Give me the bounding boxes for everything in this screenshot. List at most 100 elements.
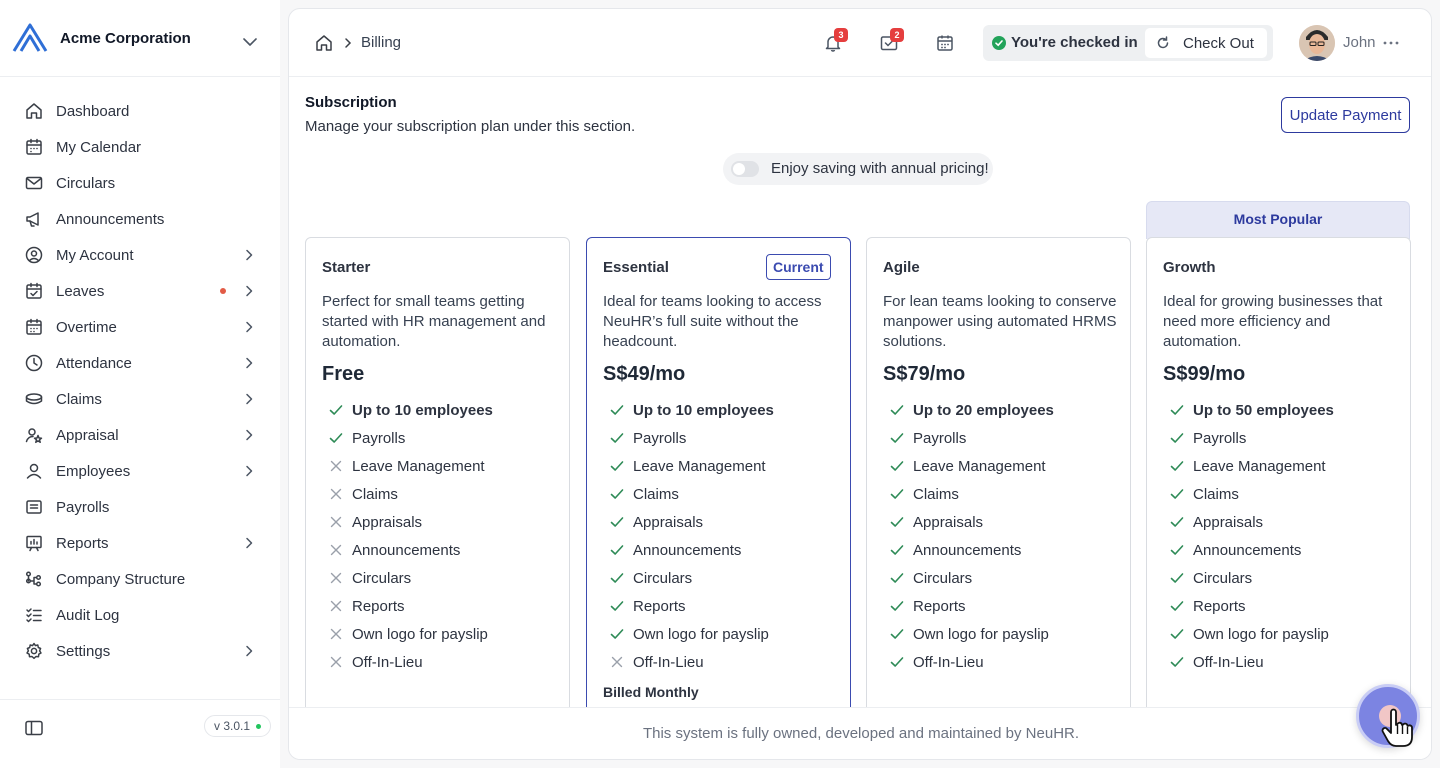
plan-name: Starter bbox=[322, 259, 371, 276]
chevron-right-icon[interactable] bbox=[242, 428, 256, 442]
update-payment-button[interactable]: Update Payment bbox=[1281, 97, 1410, 133]
feature-item: Leave Management bbox=[1167, 452, 1334, 480]
sidebar-collapse-icon[interactable] bbox=[24, 718, 44, 738]
sidebar-item-label: Dashboard bbox=[56, 102, 130, 120]
version-text: v 3.0.1 bbox=[214, 719, 251, 733]
chevron-right-icon[interactable] bbox=[242, 248, 256, 262]
plan-price: S$79/mo bbox=[883, 363, 966, 385]
sidebar-item-label: Announcements bbox=[56, 210, 165, 228]
sidebar-item-dashboard[interactable]: Dashboard bbox=[12, 93, 270, 129]
sidebar-item-my-account[interactable]: My Account bbox=[12, 237, 270, 273]
check-icon bbox=[890, 461, 904, 471]
sidebar-item-circulars[interactable]: Circulars bbox=[12, 165, 270, 201]
chevron-right-icon[interactable] bbox=[242, 284, 256, 298]
feature-item: Off-In-Lieu bbox=[326, 648, 493, 676]
report-icon bbox=[26, 535, 42, 552]
chevron-right-icon[interactable] bbox=[242, 392, 256, 406]
feature-item: Reports bbox=[326, 592, 493, 620]
feature-item: Announcements bbox=[887, 536, 1054, 564]
feature-label: Reports bbox=[913, 597, 966, 615]
clock-icon bbox=[25, 354, 43, 372]
feature-item: Payrolls bbox=[607, 424, 774, 452]
sidebar-item-overtime[interactable]: Overtime bbox=[12, 309, 270, 345]
feature-item: Reports bbox=[1167, 592, 1334, 620]
cross-icon bbox=[330, 600, 342, 612]
annual-pricing-label: Enjoy saving with annual pricing! bbox=[771, 160, 989, 177]
feature-label: Off-In-Lieu bbox=[633, 653, 704, 671]
feature-item: Appraisals bbox=[1167, 508, 1334, 536]
sidebar-item-label: Settings bbox=[56, 642, 111, 660]
chevron-right-icon[interactable] bbox=[242, 464, 256, 478]
avatar[interactable] bbox=[1299, 25, 1335, 61]
plan-card-starter[interactable]: Starter Perfect for small teams getting s… bbox=[305, 237, 570, 707]
calendar-check-icon bbox=[26, 282, 42, 299]
sidebar-item-leaves[interactable]: Leaves bbox=[12, 273, 270, 309]
topbar: Billing 3 2 You're checked in Check Out … bbox=[289, 9, 1431, 77]
calendar-clock-icon bbox=[26, 318, 42, 335]
sidebar-item-employees[interactable]: Employees bbox=[12, 453, 270, 489]
feature-item: Leave Management bbox=[887, 452, 1054, 480]
check-icon bbox=[610, 461, 624, 471]
user-name[interactable]: John bbox=[1343, 34, 1376, 51]
inbox-button[interactable]: 2 bbox=[879, 28, 904, 53]
avatar-image bbox=[1299, 25, 1335, 61]
sidebar-item-reports[interactable]: Reports bbox=[12, 525, 270, 561]
subscription-section: Subscription Manage your subscription pl… bbox=[289, 77, 1431, 707]
chevron-right-icon[interactable] bbox=[242, 644, 256, 658]
check-icon bbox=[890, 433, 904, 443]
cross-icon bbox=[330, 460, 342, 472]
annual-pricing-toggle[interactable] bbox=[731, 161, 759, 177]
chevron-right-icon[interactable] bbox=[242, 320, 256, 334]
sidebar-item-attendance[interactable]: Attendance bbox=[12, 345, 270, 381]
coins-icon bbox=[25, 393, 43, 405]
feature-item: Up to 20 employees bbox=[887, 396, 1054, 424]
check-icon bbox=[610, 489, 624, 499]
feature-item: Claims bbox=[326, 480, 493, 508]
sidebar-item-announcements[interactable]: Announcements bbox=[12, 201, 270, 237]
check-icon bbox=[610, 629, 624, 639]
check-icon bbox=[890, 545, 904, 555]
org-switcher[interactable]: Acme Corporation bbox=[0, 0, 280, 77]
footer: This system is fully owned, developed an… bbox=[289, 707, 1431, 759]
feature-item: Circulars bbox=[1167, 564, 1334, 592]
sidebar-item-company-structure[interactable]: Company Structure bbox=[12, 561, 270, 597]
plan-card-essential[interactable]: Essential Current Ideal for teams looking … bbox=[586, 237, 851, 707]
cross-icon bbox=[330, 656, 342, 668]
feature-item: Claims bbox=[607, 480, 774, 508]
chevron-right-icon[interactable] bbox=[242, 536, 256, 550]
feature-label: Own logo for payslip bbox=[352, 625, 488, 643]
feature-label: Claims bbox=[352, 485, 398, 503]
plan-card-agile[interactable]: Agile For lean teams looking to conserve … bbox=[866, 237, 1131, 707]
home-icon bbox=[26, 103, 42, 119]
sidebar-item-appraisal[interactable]: Appraisal bbox=[12, 417, 270, 453]
feature-label: Leave Management bbox=[352, 457, 485, 475]
calendar-button[interactable] bbox=[935, 33, 955, 53]
feature-label: Reports bbox=[352, 597, 405, 615]
feature-label: Off-In-Lieu bbox=[1193, 653, 1264, 671]
check-icon bbox=[329, 433, 343, 443]
toggle-knob bbox=[733, 163, 745, 175]
chevron-right-icon[interactable] bbox=[242, 356, 256, 370]
feature-item: Circulars bbox=[607, 564, 774, 592]
more-options-icon[interactable] bbox=[1383, 41, 1399, 45]
plan-card-growth[interactable]: Growth Ideal for growing businesses that … bbox=[1146, 237, 1411, 707]
sidebar-item-claims[interactable]: Claims bbox=[12, 381, 270, 417]
sidebar-item-payrolls[interactable]: Payrolls bbox=[12, 489, 270, 525]
notifications-button[interactable]: 3 bbox=[823, 28, 848, 53]
plan-price: S$49/mo bbox=[603, 363, 686, 385]
feature-item: Reports bbox=[607, 592, 774, 620]
sidebar-item-audit-log[interactable]: Audit Log bbox=[12, 597, 270, 633]
cross-icon bbox=[330, 544, 342, 556]
check-out-button[interactable]: Check Out bbox=[1145, 28, 1267, 58]
feature-item: Announcements bbox=[326, 536, 493, 564]
chevron-down-icon[interactable] bbox=[240, 32, 260, 52]
feature-item: Off-In-Lieu bbox=[1167, 648, 1334, 676]
current-plan-badge: Current bbox=[766, 254, 831, 280]
check-icon bbox=[890, 657, 904, 667]
sidebar-item-my-calendar[interactable]: My Calendar bbox=[12, 129, 270, 165]
user-star-icon bbox=[25, 428, 43, 444]
sidebar-item-settings[interactable]: Settings bbox=[12, 633, 270, 669]
feature-label: Payrolls bbox=[913, 429, 967, 447]
home-icon[interactable] bbox=[314, 33, 334, 53]
feature-label: Announcements bbox=[1193, 541, 1302, 559]
